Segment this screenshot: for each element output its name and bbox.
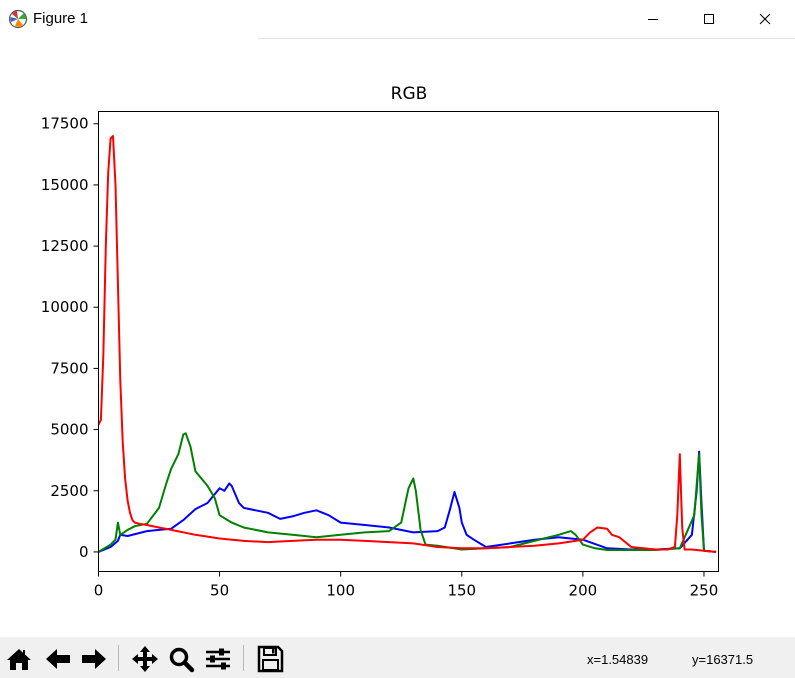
- minimize-button[interactable]: [630, 0, 676, 38]
- matplotlib-figure-icon: [8, 9, 28, 29]
- navigation-toolbar: x=1.54839 y=16371.5: [0, 637, 795, 678]
- home-icon: [7, 649, 31, 670]
- save-button[interactable]: [254, 644, 286, 674]
- y-tick-label: 0: [79, 543, 89, 561]
- toolbar-separator: [118, 645, 119, 671]
- rgb-histogram-chart: RGB 0 50 100 150 200 250 0 2500 5000 7500 10000 12…: [41, 84, 719, 600]
- y-tick-label: 12500: [41, 237, 89, 255]
- zoom-button[interactable]: [165, 644, 197, 674]
- x-tick-label: 150: [447, 582, 476, 600]
- window-titlebar: Figure 1: [0, 0, 795, 38]
- figure-canvas[interactable]: RGB 0 50 100 150 200 250 0 2500 5000 7500 10000 12…: [0, 39, 795, 637]
- y-tick-label: 7500: [50, 359, 88, 377]
- y-tick-label: 5000: [50, 421, 88, 439]
- plot-frame: [98, 111, 719, 572]
- window-title: Figure 1: [33, 10, 89, 27]
- back-button[interactable]: [42, 644, 74, 674]
- x-tick-label: 200: [569, 582, 598, 600]
- zoom-icon: [169, 647, 195, 673]
- x-tick-label: 100: [326, 582, 355, 600]
- pan-icon: [132, 646, 158, 672]
- maximize-icon: [704, 14, 714, 24]
- cursor-y-readout: y=16371.5: [692, 652, 754, 667]
- y-tick-label: 10000: [41, 298, 89, 316]
- chart-title: RGB: [391, 84, 428, 104]
- toolbar-separator: [243, 645, 244, 671]
- series-line-0: [98, 450, 717, 553]
- y-tick-label: 2500: [50, 482, 88, 500]
- home-button[interactable]: [3, 644, 35, 674]
- back-arrow-icon: [46, 649, 70, 669]
- minimize-icon: [648, 19, 658, 20]
- close-icon: [759, 13, 771, 25]
- save-icon: [257, 645, 284, 673]
- configure-subplots-button[interactable]: [202, 644, 234, 674]
- cursor-x-readout: x=1.54839: [587, 652, 649, 667]
- forward-button[interactable]: [78, 644, 110, 674]
- x-tick-label: 0: [94, 582, 104, 600]
- y-tick-label: 17500: [41, 115, 89, 133]
- x-tick-label: 250: [690, 582, 719, 600]
- maximize-button[interactable]: [686, 0, 732, 38]
- pan-button[interactable]: [129, 644, 161, 674]
- configure-subplots-icon: [206, 648, 230, 670]
- forward-arrow-icon: [82, 649, 106, 669]
- close-button[interactable]: [742, 0, 788, 38]
- y-tick-label: 15000: [41, 176, 89, 194]
- x-tick-label: 50: [210, 582, 229, 600]
